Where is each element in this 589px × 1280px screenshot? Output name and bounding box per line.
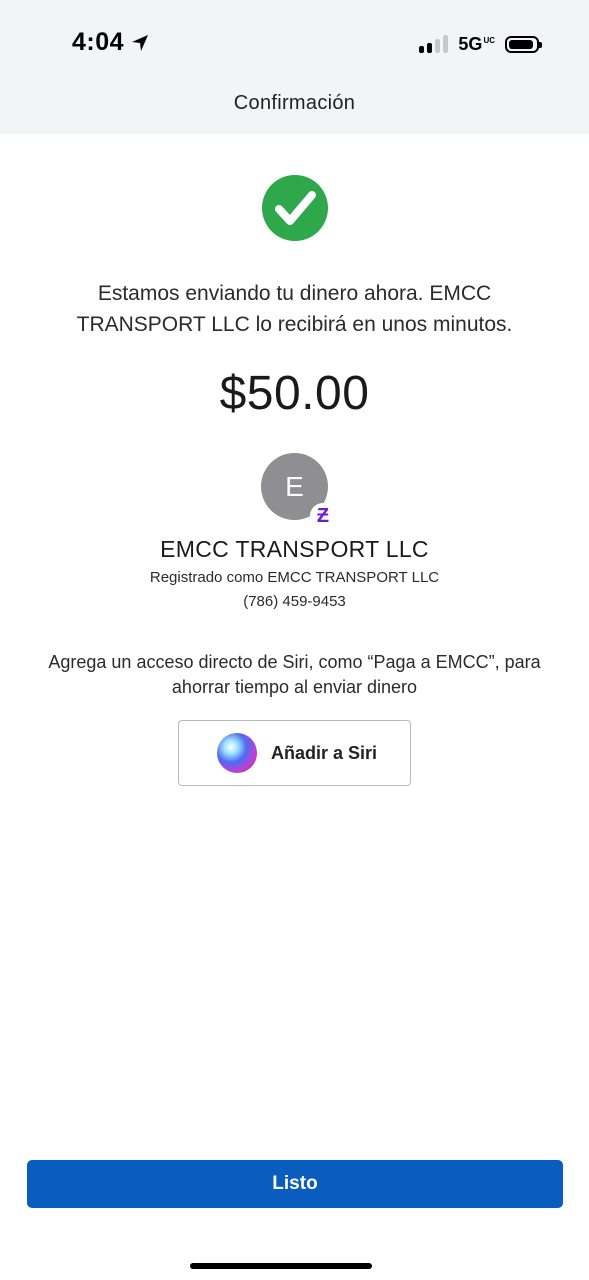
location-arrow-icon xyxy=(132,34,149,51)
status-time-text: 4:04 xyxy=(72,28,125,56)
home-indicator[interactable] xyxy=(190,1263,372,1269)
add-to-siri-label: Añadir a Siri xyxy=(271,742,378,763)
zelle-badge-glyph: Ƶ xyxy=(316,505,330,527)
status-indicators: 5G UC xyxy=(419,32,542,56)
network-badge: UC xyxy=(483,35,495,45)
network-indicator: 5G UC xyxy=(458,34,495,55)
checkmark-icon xyxy=(275,191,316,225)
avatar-initial: E xyxy=(285,470,304,502)
recipient-registered-as: Registrado como EMCC TRANSPORT LLC xyxy=(149,569,440,586)
battery-icon xyxy=(505,35,542,53)
top-header: 4:04 5G UC Confirmación xyxy=(0,0,589,134)
add-to-siri-button[interactable]: Añadir a Siri xyxy=(178,720,411,786)
zelle-logo-icon: Ƶ xyxy=(310,503,336,529)
recipient-phone: (786) 459-9453 xyxy=(243,593,346,610)
status-time: 4:04 xyxy=(72,28,150,57)
checkmark-circle-icon xyxy=(262,175,328,241)
signal-bars-icon xyxy=(419,35,449,53)
done-button[interactable]: Listo xyxy=(27,1160,563,1208)
confirmation-message: Estamos enviando tu dinero ahora. EMCC T… xyxy=(76,282,513,336)
page-title: Confirmación xyxy=(233,92,356,114)
network-label: 5G xyxy=(458,33,483,54)
done-button-label: Listo xyxy=(272,1173,318,1194)
sent-amount: $50.00 xyxy=(219,367,370,420)
siri-shortcut-prompt: Agrega un acceso directo de Siri, como “… xyxy=(48,652,541,697)
recipient-name: EMCC TRANSPORT LLC xyxy=(160,536,429,562)
siri-orb-icon xyxy=(217,733,257,773)
